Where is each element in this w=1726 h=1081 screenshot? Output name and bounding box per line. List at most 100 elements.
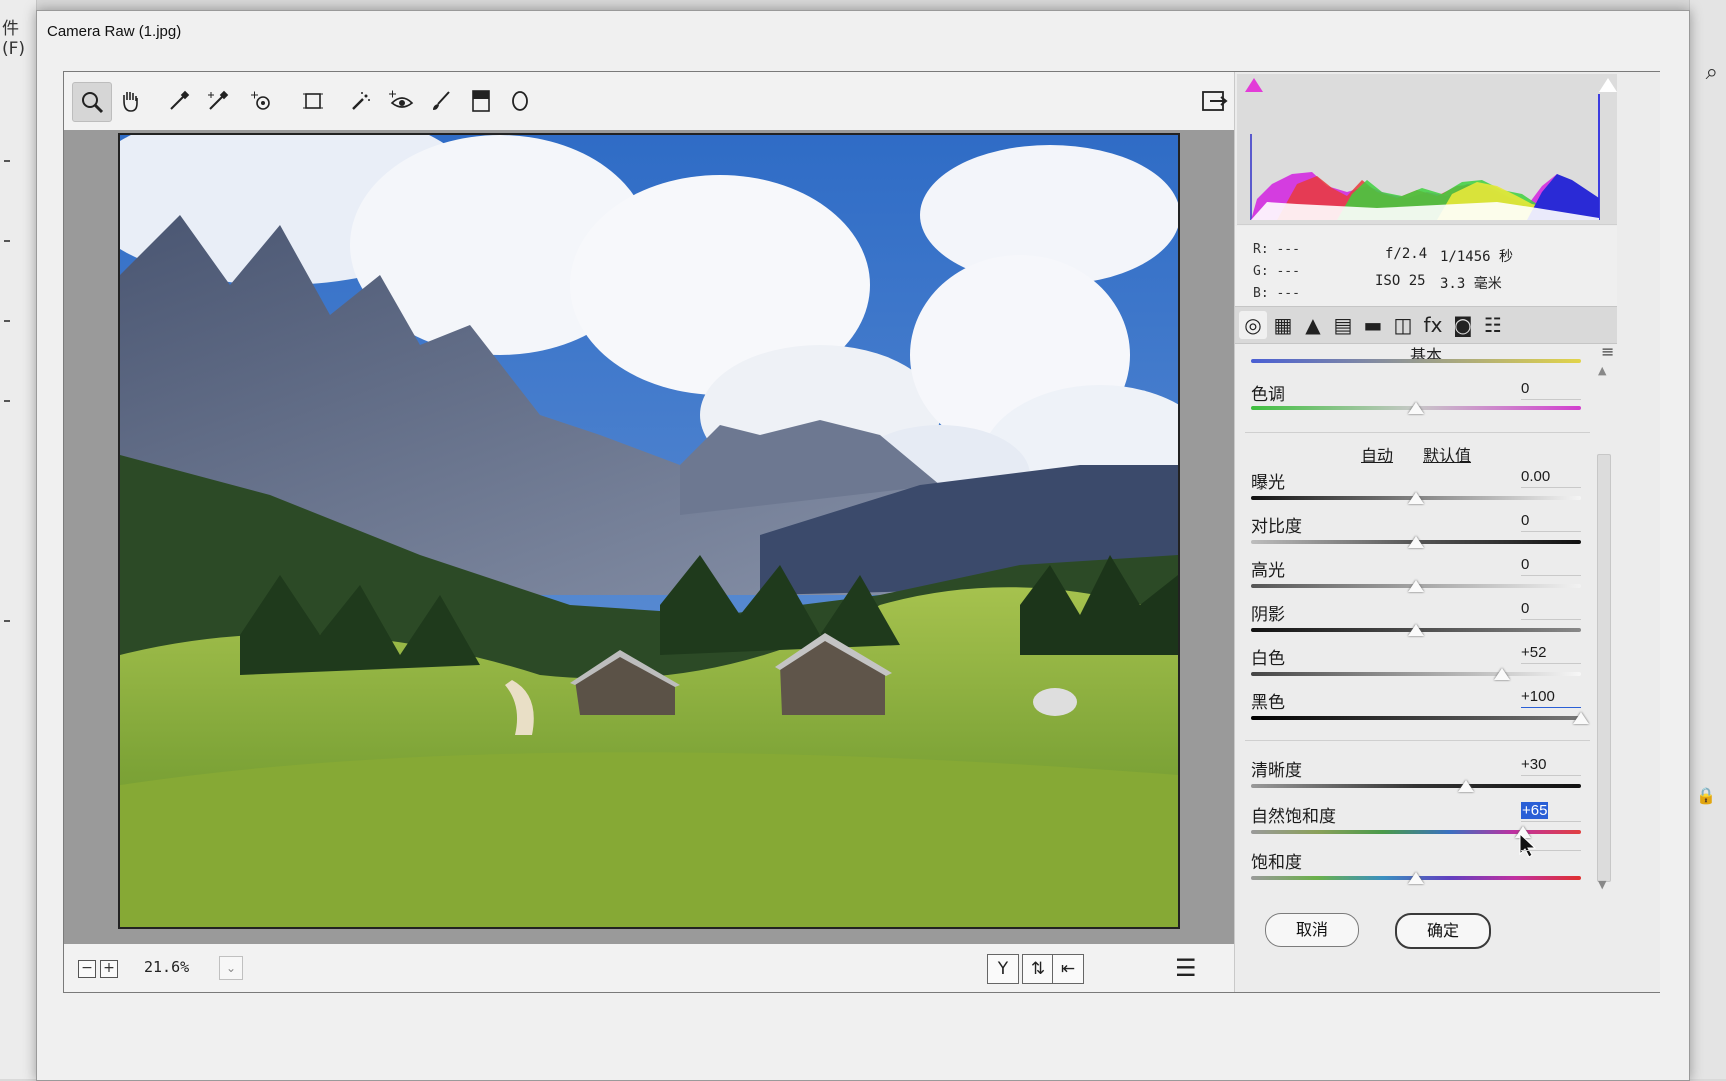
tab-lens-icon[interactable]: ◫ — [1389, 311, 1417, 339]
tab-split-toning-icon[interactable]: ▬ — [1359, 311, 1387, 339]
highlights-value[interactable]: 0 — [1521, 556, 1581, 576]
blacks-label: 黑色 — [1251, 693, 1285, 713]
hand-tool-icon[interactable] — [111, 82, 149, 120]
clarity-slider-track[interactable] — [1251, 784, 1581, 788]
exposure-value[interactable]: 0.00 — [1521, 468, 1581, 488]
host-tick — [4, 240, 10, 242]
camera-raw-dialog: Camera Raw (1.jpg) − + 21.6% ⌄ Y ⇅ ⇤ ☰ R… — [36, 10, 1690, 1081]
swap-before-after-button[interactable]: ⇅ — [1022, 954, 1054, 984]
tab-hsl-icon[interactable]: ▤ — [1329, 311, 1357, 339]
host-menu-fragment[interactable]: 件(F) — [2, 14, 36, 59]
histogram-graph — [1250, 94, 1600, 220]
panel-scroll-thumb[interactable] — [1597, 454, 1611, 882]
before-after-view-button[interactable]: Y — [987, 954, 1019, 984]
aperture-value: f/2.4 — [1385, 246, 1428, 262]
histogram — [1237, 74, 1617, 225]
shutter-speed-value: 1/1456 秒 — [1440, 249, 1514, 265]
adjustment-brush-tool-icon[interactable] — [422, 82, 460, 120]
host-search-icon[interactable]: ⌕ — [1706, 60, 1718, 85]
info-readout: R: --- G: --- B: --- f/2.4 1/1456 秒 ISO … — [1235, 226, 1617, 306]
radial-filter-tool-icon[interactable] — [501, 82, 539, 120]
ok-button[interactable]: 确定 — [1395, 913, 1491, 949]
landscape-photo — [120, 135, 1178, 927]
photo-preview[interactable] — [118, 133, 1180, 929]
highlights-slider-thumb[interactable] — [1408, 580, 1424, 592]
zoom-out-button[interactable]: − — [78, 960, 96, 978]
divider — [1245, 740, 1590, 741]
preview-status-bar: − + 21.6% ⌄ Y ⇅ ⇤ ☰ — [64, 944, 1234, 992]
copy-settings-button[interactable]: ⇤ — [1052, 954, 1084, 984]
window-title: Camera Raw (1.jpg) — [47, 23, 182, 40]
preview-canvas[interactable] — [64, 130, 1234, 944]
cancel-button[interactable]: 取消 — [1265, 913, 1359, 947]
temperature-slider-track[interactable] — [1251, 359, 1581, 363]
exposure-label: 曝光 — [1251, 473, 1285, 493]
tab-detail-icon[interactable]: ▲ — [1299, 311, 1327, 339]
host-lock-icon[interactable]: 🔒 — [1696, 786, 1716, 805]
tab-tone-curve-icon[interactable]: ▦ — [1269, 311, 1297, 339]
tab-effects-icon[interactable]: fx — [1419, 311, 1447, 339]
saturation-label: 饱和度 — [1251, 853, 1302, 873]
red-eye-tool-icon[interactable] — [382, 82, 420, 120]
focal-length-value: 3.3 毫米 — [1440, 276, 1502, 292]
tool-bar — [64, 72, 1234, 130]
graduated-filter-tool-icon[interactable] — [462, 82, 500, 120]
defaults-button[interactable]: 默认值 — [1423, 442, 1471, 466]
iso-value: ISO 25 — [1375, 273, 1426, 289]
panel-menu-icon[interactable]: ≡ — [1601, 342, 1614, 361]
blacks-value[interactable]: +100 — [1521, 688, 1581, 708]
host-tick — [4, 160, 10, 162]
whites-slider-thumb[interactable] — [1493, 668, 1510, 680]
zoom-in-button[interactable]: + — [100, 960, 118, 978]
auto-button[interactable]: 自动 — [1361, 442, 1393, 466]
whites-value[interactable]: +52 — [1521, 644, 1581, 664]
clarity-label: 清晰度 — [1251, 761, 1302, 781]
contrast-slider-thumb[interactable] — [1408, 536, 1424, 548]
host-app-left-edge: 件(F) — [0, 0, 37, 1079]
whites-slider-track[interactable] — [1251, 672, 1581, 676]
tint-value[interactable]: 0 — [1521, 380, 1581, 400]
white-balance-tool-icon[interactable] — [160, 82, 198, 120]
scroll-up-icon[interactable]: ▲ — [1598, 364, 1606, 377]
saturation-slider-thumb[interactable] — [1408, 872, 1424, 884]
host-tick — [4, 320, 10, 322]
host-tick — [4, 620, 10, 622]
contrast-value[interactable]: 0 — [1521, 512, 1581, 532]
tint-label: 色调 — [1251, 385, 1285, 405]
red-readout: R: --- — [1253, 242, 1300, 257]
tab-presets-icon[interactable]: ☷ — [1479, 311, 1507, 339]
scroll-down-icon[interactable]: ▼ — [1598, 878, 1606, 891]
green-readout: G: --- — [1253, 264, 1300, 279]
spot-removal-tool-icon[interactable] — [342, 82, 380, 120]
adjustment-panel: R: --- G: --- B: --- f/2.4 1/1456 秒 ISO … — [1234, 72, 1660, 992]
color-sampler-tool-icon[interactable] — [199, 82, 237, 120]
shadows-slider-thumb[interactable] — [1408, 624, 1424, 636]
exposure-slider-thumb[interactable] — [1408, 492, 1424, 504]
targeted-adjustment-tool-icon[interactable] — [242, 82, 280, 120]
tab-calibration-icon[interactable]: ◙ — [1449, 311, 1477, 339]
preview-settings-icon[interactable]: ☰ — [1175, 954, 1197, 982]
vibrance-label: 自然饱和度 — [1251, 807, 1336, 827]
zoom-dropdown-icon[interactable]: ⌄ — [219, 956, 243, 980]
host-app-right-edge: ⌕ 🔒 — [1689, 0, 1726, 1079]
tint-slider-thumb[interactable] — [1408, 402, 1424, 414]
open-in-photoshop-icon[interactable] — [1195, 82, 1233, 120]
host-tick — [4, 400, 10, 402]
blacks-slider-thumb[interactable] — [1573, 712, 1589, 724]
transform-tool-icon[interactable] — [294, 82, 332, 120]
zoom-tool-icon[interactable] — [72, 82, 112, 122]
panel-tabs: ◎ ▦ ▲ ▤ ▬ ◫ fx ◙ ☷ — [1235, 306, 1617, 344]
blacks-slider-track[interactable] — [1251, 716, 1581, 720]
whites-label: 白色 — [1251, 649, 1285, 669]
contrast-label: 对比度 — [1251, 517, 1302, 537]
workspace: − + 21.6% ⌄ Y ⇅ ⇤ ☰ R: --- G: --- B: ---… — [63, 71, 1660, 993]
vibrance-value[interactable]: +65 — [1521, 802, 1581, 822]
saturation-value[interactable] — [1521, 848, 1581, 851]
shadows-value[interactable]: 0 — [1521, 600, 1581, 620]
tab-basic-icon[interactable]: ◎ — [1239, 311, 1267, 339]
zoom-level: 21.6% — [144, 958, 190, 976]
clarity-slider-thumb[interactable] — [1457, 780, 1474, 792]
shadows-label: 阴影 — [1251, 605, 1285, 625]
highlights-label: 高光 — [1251, 561, 1285, 581]
clarity-value[interactable]: +30 — [1521, 756, 1581, 776]
